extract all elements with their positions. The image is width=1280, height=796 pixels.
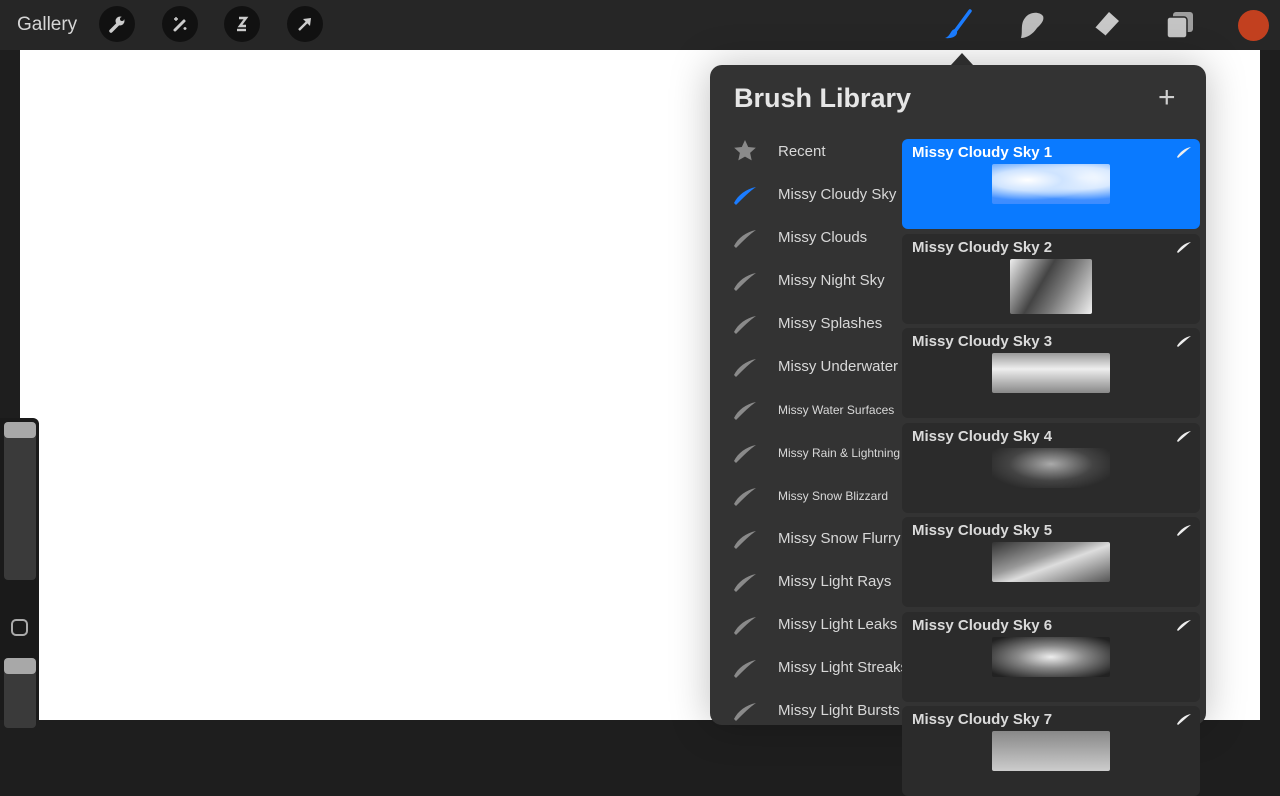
brush-set-item[interactable]: Missy Snow Blizzard: [710, 474, 902, 517]
brush-set-label: Missy Water Surfaces: [778, 402, 895, 417]
brush-set-label: Recent: [778, 143, 826, 160]
brush-set-label: Missy Underwater: [778, 358, 899, 375]
brush-set-label: Missy Light Bursts: [778, 702, 900, 719]
brush-set-label: Missy Rain & Lightning: [778, 445, 901, 460]
selection-icon[interactable]: [224, 6, 260, 42]
brush-set-label: Missy Splashes: [778, 315, 883, 332]
smudge-icon[interactable]: [1015, 8, 1049, 42]
add-brush-set-button[interactable]: +: [1158, 83, 1176, 113]
brush-set-item[interactable]: Missy Snow Flurry: [710, 517, 902, 560]
transform-arrow-icon[interactable]: [287, 6, 323, 42]
brush-preview: [992, 731, 1110, 771]
brush-set-label: Missy Night Sky: [778, 272, 885, 289]
modify-button[interactable]: [11, 619, 28, 636]
brush-icon[interactable]: [942, 8, 976, 42]
brush-set-stroke-icon: [732, 353, 758, 379]
wrench-icon[interactable]: [99, 6, 135, 42]
brush-set-item[interactable]: Missy Clouds: [710, 216, 902, 259]
brush-set-stroke-icon: [732, 611, 758, 637]
brush-stroke-icon: [1176, 712, 1192, 726]
brush-preview: [992, 636, 1110, 677]
brush-set-item[interactable]: Missy Rain & Lightning: [710, 431, 902, 474]
brush-preview: [992, 164, 1110, 204]
brush-set-label: Missy Light Rays: [778, 573, 892, 590]
brush-preview: [992, 353, 1110, 393]
brush-set-item[interactable]: Missy Splashes: [710, 302, 902, 345]
brush-name: Missy Cloudy Sky 1: [912, 144, 1053, 161]
opacity-handle[interactable]: [4, 658, 36, 674]
brush-set-stroke-icon: [732, 267, 758, 293]
brush-stroke-icon: [1176, 429, 1192, 443]
brush-preview: [992, 447, 1110, 488]
brush-set-stroke-icon: [732, 439, 758, 465]
brush-set-item[interactable]: Missy Water Surfaces: [710, 388, 902, 431]
brush-set-stroke-icon: [732, 224, 758, 250]
brush-stroke-icon: [1176, 240, 1192, 254]
brush-card[interactable]: Missy Cloudy Sky 5: [902, 517, 1200, 607]
brush-set-stroke-icon: [732, 525, 758, 551]
left-sidebar: [0, 418, 39, 728]
brush-stroke-icon: [1176, 523, 1192, 537]
brush-set-label: Missy Snow Blizzard: [778, 488, 889, 503]
brush-set-stroke-icon: [732, 654, 758, 680]
eraser-icon[interactable]: [1089, 8, 1123, 42]
brush-set-label: Missy Snow Flurry: [778, 530, 901, 547]
brush-set-item[interactable]: Missy Light Rays: [710, 560, 902, 603]
brush-name: Missy Cloudy Sky 3: [912, 333, 1053, 350]
popover-arrow: [951, 53, 973, 65]
brush-preview: [1010, 258, 1092, 314]
brush-set-stroke-icon: [732, 697, 758, 723]
brush-size-handle[interactable]: [4, 422, 36, 438]
brush-set-label: Missy Light Streaks: [778, 659, 909, 676]
layers-icon[interactable]: [1163, 8, 1197, 42]
brush-set-item[interactable]: Missy Light Leaks: [710, 603, 902, 646]
brush-card[interactable]: Missy Cloudy Sky 1: [902, 139, 1200, 229]
brush-set-item[interactable]: Missy Night Sky: [710, 259, 902, 302]
top-toolbar: Gallery: [0, 0, 1280, 50]
brush-name: Missy Cloudy Sky 6: [912, 616, 1053, 634]
brush-set-stroke-icon: [732, 310, 758, 336]
brush-name: Missy Cloudy Sky 2: [912, 238, 1053, 256]
brush-name: Missy Cloudy Sky 5: [912, 522, 1053, 539]
gallery-button[interactable]: Gallery: [17, 14, 77, 36]
color-swatch[interactable]: [1238, 10, 1269, 41]
brush-set-stroke-icon: [732, 568, 758, 594]
brush-preview: [992, 542, 1110, 582]
brush-card[interactable]: Missy Cloudy Sky 3: [902, 328, 1200, 418]
brush-stroke-icon: [1176, 618, 1192, 632]
brush-card[interactable]: Missy Cloudy Sky 6: [902, 611, 1200, 702]
brush-set-label: Missy Cloudy Sky: [778, 186, 897, 203]
brush-card[interactable]: Missy Cloudy Sky 2: [902, 233, 1200, 324]
brush-set-item[interactable]: Missy Cloudy Sky: [710, 173, 902, 216]
star-icon: [732, 138, 758, 164]
brush-card[interactable]: Missy Cloudy Sky 4: [902, 422, 1200, 513]
magic-wand-icon[interactable]: [162, 6, 198, 42]
panel-title: Brush Library: [734, 83, 912, 113]
brush-set-stroke-icon: [732, 181, 758, 207]
brush-library-panel: Brush Library + Recent Missy Cloudy Sky Mi…: [710, 65, 1206, 796]
brush-stroke-icon: [1176, 145, 1192, 159]
brush-set-label: Missy Light Leaks: [778, 616, 898, 633]
brush-set-item[interactable]: Recent: [710, 130, 902, 173]
brush-name: Missy Cloudy Sky 4: [912, 427, 1053, 445]
brush-set-stroke-icon: [732, 396, 758, 422]
brush-set-stroke-icon: [732, 482, 758, 508]
brush-set-item[interactable]: Missy Underwater: [710, 345, 902, 388]
brush-set-item[interactable]: Missy Light Streaks: [710, 646, 908, 689]
brush-set-item[interactable]: Missy Light Bursts: [710, 689, 902, 732]
brush-stroke-icon: [1176, 334, 1192, 348]
brush-size-slider[interactable]: [4, 422, 36, 580]
brush-set-label: Missy Clouds: [778, 229, 868, 246]
